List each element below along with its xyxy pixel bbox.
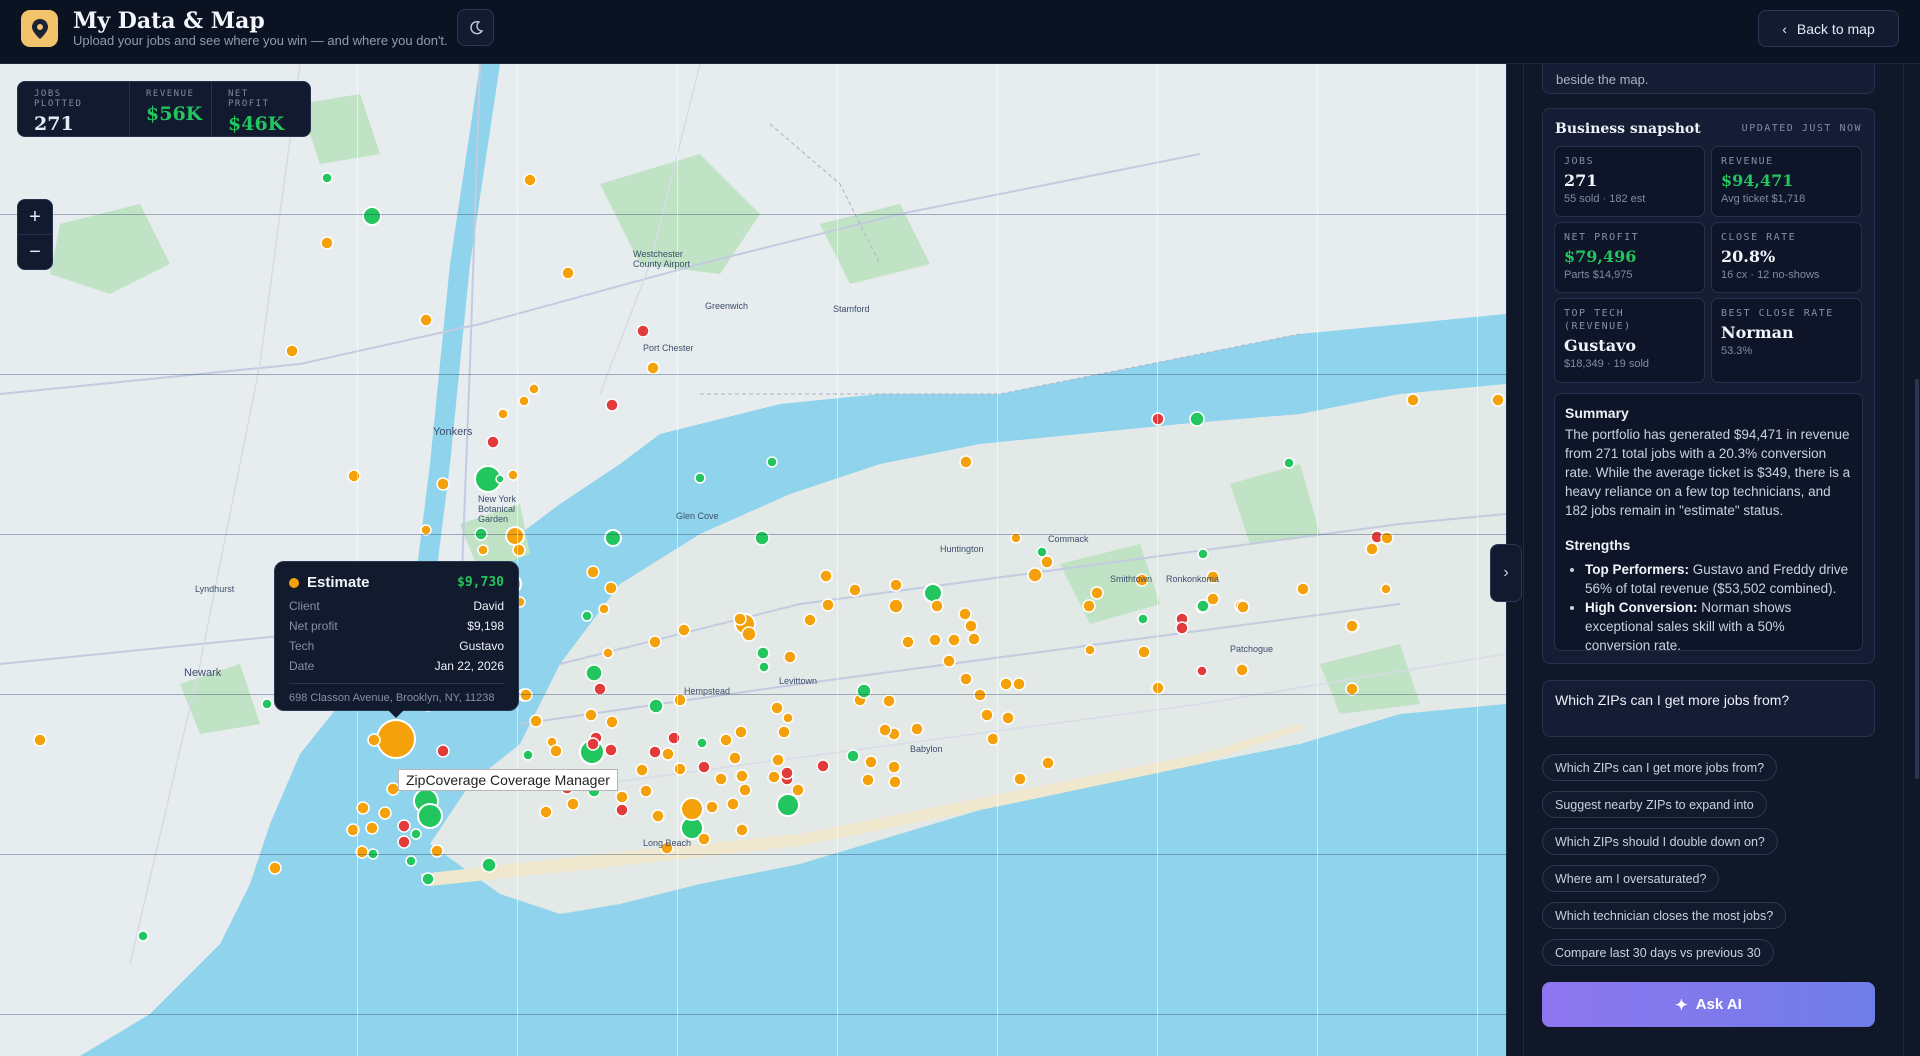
map-place-label: Patchogue	[1230, 644, 1274, 654]
tooltip-row-date: Date Jan 22, 2026	[289, 659, 504, 673]
tooltip-amount: $9,730	[457, 575, 504, 590]
tooltip-row-client: Client David	[289, 599, 504, 613]
chevron-left-icon: ‹	[1782, 20, 1787, 37]
map-gridline	[997, 64, 998, 1056]
tooltip-status: Estimate	[307, 574, 370, 591]
map-place-label: Levittown	[779, 676, 818, 686]
suggestion-chip[interactable]: Which technician closes the most jobs?	[1542, 902, 1787, 929]
stat-net-profit: NET PROFIT $46K	[228, 89, 285, 135]
zoom-control: + −	[17, 199, 53, 270]
status-dot-icon	[289, 577, 299, 588]
map-basemap	[0, 64, 1506, 1056]
map-gridline	[1317, 64, 1318, 1056]
zoom-out-button[interactable]: −	[18, 235, 52, 270]
tooltip-row-net-profit: Net profit $9,198	[289, 619, 504, 633]
strengths-list: Top Performers: Gustavo and Freddy drive…	[1565, 560, 1852, 650]
previous-message-card: beside the map.	[1542, 64, 1875, 94]
map-pin-logo-icon	[21, 10, 58, 47]
map-gridline	[0, 214, 1506, 215]
summary-text: The portfolio has generated $94,471 in r…	[1565, 427, 1851, 518]
kpi-jobs: JOBS 271 55 sold · 182 est	[1554, 146, 1705, 217]
back-to-map-button[interactable]: ‹ Back to map	[1758, 10, 1899, 47]
summary-heading: Summary	[1565, 405, 1629, 421]
map-place-label: Port Chester	[643, 343, 694, 353]
map-gridline	[1477, 64, 1478, 1056]
map-gridline	[0, 374, 1506, 375]
tooltip-row-tech: Tech Gustavo	[289, 639, 504, 653]
map-place-label: Smithtown	[1110, 574, 1153, 584]
map-place-label: Babylon	[910, 744, 943, 754]
map-place-label: Glen Cove	[676, 511, 719, 521]
stat-jobs-plotted: JOBS PLOTTED 271	[18, 82, 130, 136]
kpi-close-rate: CLOSE RATE 20.8% 16 cx · 12 no-shows	[1711, 222, 1862, 293]
snapshot-updated: UPDATED JUST NOW	[1741, 123, 1862, 134]
map-gridline	[0, 1014, 1506, 1015]
job-tooltip: Estimate $9,730 Client David Net profit $9…	[274, 561, 519, 718]
map-gridline	[837, 64, 838, 1056]
stat-revenue: REVENUE $56K	[130, 82, 212, 136]
map-place-label: Hempstead	[684, 686, 731, 696]
chevron-right-icon: ›	[1503, 564, 1509, 581]
strength-item: High Conversion: Norman shows exceptiona…	[1585, 598, 1852, 650]
map-gridline	[0, 854, 1506, 855]
map-place-label: Newark	[184, 667, 222, 679]
map-place-label: Yonkers	[433, 426, 473, 438]
ai-side-panel: beside the map. Business snapshot UPDATE…	[1506, 64, 1920, 1056]
kpi-net-profit: NET PROFIT $79,496 Parts $14,975	[1554, 222, 1705, 293]
map-place-label: Lyndhurst	[195, 584, 235, 594]
map-place-label: Commack	[1048, 534, 1089, 544]
app-header: My Data & Map Upload your jobs and see w…	[0, 0, 1920, 64]
app-title: My Data & Map	[73, 8, 265, 34]
suggestion-chip[interactable]: Which ZIPs should I double down on?	[1542, 828, 1778, 855]
theme-toggle-button[interactable]	[457, 9, 494, 46]
map-place-label: Huntington	[940, 544, 984, 554]
map-gridline	[357, 64, 358, 1056]
suggestion-chip[interactable]: Suggest nearby ZIPs to expand into	[1542, 791, 1767, 818]
map-gridline	[0, 534, 1506, 535]
map-gridline	[1157, 64, 1158, 1056]
map-place-label: Stamford	[833, 304, 870, 314]
suggestion-chip[interactable]: Where am I oversaturated?	[1542, 865, 1720, 892]
strengths-heading: Strengths	[1565, 537, 1631, 553]
kpi-revenue: REVENUE $94,471 Avg ticket $1,718	[1711, 146, 1862, 217]
map-place-label: Greenwich	[705, 301, 749, 311]
map-gridline	[0, 694, 1506, 695]
collapse-panel-button[interactable]: ›	[1490, 544, 1522, 602]
strength-item: Top Performers: Gustavo and Freddy drive…	[1585, 560, 1852, 598]
map-place-label: Long Beach	[643, 838, 692, 848]
map-canvas[interactable]: Yonkers Newark New York Botanical Garden…	[0, 64, 1506, 1056]
snapshot-title: Business snapshot	[1555, 121, 1701, 137]
hover-title-label: ZipCoverage Coverage Manager	[398, 769, 618, 791]
summary-box: Summary The portfolio has generated $94,…	[1554, 393, 1863, 651]
moon-icon	[469, 20, 483, 34]
map-stats-card: JOBS PLOTTED 271 REVENUE $56K NET PROFIT…	[17, 81, 311, 137]
app-subtitle: Upload your jobs and see where you win —…	[73, 33, 448, 48]
kpi-best-close-rate: BEST CLOSE RATE Norman 53.3%	[1711, 298, 1862, 383]
map-place-label: New York Botanical Garden	[478, 494, 517, 524]
suggestion-chip[interactable]: Which ZIPs can I get more jobs from?	[1542, 754, 1778, 781]
map-place-label: Westchester County Airport	[633, 249, 691, 269]
suggestion-chip[interactable]: Compare last 30 days vs previous 30	[1542, 939, 1774, 966]
kpi-top-tech: TOP TECH (REVENUE) Gustavo $18,349 · 19 …	[1554, 298, 1705, 383]
business-snapshot-card: Business snapshot UPDATED JUST NOW JOBS …	[1542, 108, 1875, 664]
tooltip-address: 698 Classon Avenue, Brooklyn, NY, 11238	[289, 683, 504, 704]
sparkle-icon: ✦	[1675, 996, 1688, 1014]
map-gridline	[517, 64, 518, 1056]
ai-question-input[interactable]: Which ZIPs can I get more jobs from?	[1542, 680, 1875, 737]
map-gridline	[677, 64, 678, 1056]
map-place-label: Ronkonkoma	[1166, 574, 1220, 584]
zoom-in-button[interactable]: +	[18, 200, 52, 235]
panel-scrollbar[interactable]	[1915, 379, 1919, 779]
ask-ai-button[interactable]: ✦ Ask AI	[1542, 982, 1875, 1027]
